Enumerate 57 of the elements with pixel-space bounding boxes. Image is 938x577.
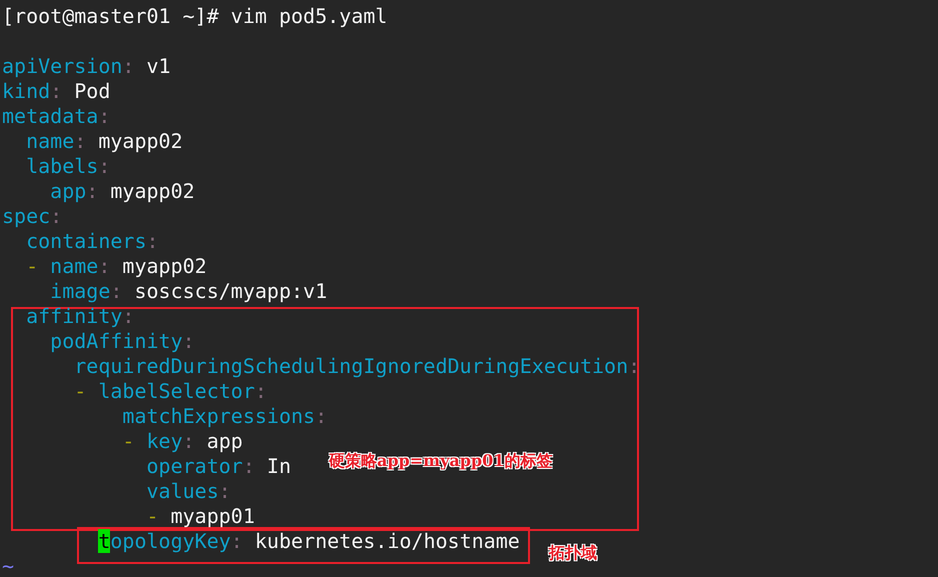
colon-mark: :	[628, 354, 640, 378]
yaml-key: app	[2, 179, 86, 203]
colon-mark: :	[254, 379, 267, 403]
text-cursor: t	[98, 529, 110, 553]
code-text: myapp02	[98, 129, 183, 153]
code-text: myapp01	[170, 504, 255, 528]
colon-mark: :	[218, 479, 231, 503]
yaml-key: apiVersion	[2, 54, 122, 78]
list-dash: -	[73, 379, 86, 403]
code-text: In	[266, 454, 291, 478]
yaml-key: requiredDuringSchedulingIgnoredDuringExecution	[2, 354, 628, 378]
yaml-key: affinity	[2, 304, 122, 328]
yaml-key: key	[146, 429, 183, 453]
colon-mark: :	[230, 529, 243, 553]
yaml-key: operator	[2, 454, 243, 478]
colon-mark: :	[98, 154, 110, 178]
colon-mark: :	[50, 204, 62, 228]
yaml-key: name	[50, 254, 98, 278]
annotation-label: 硬策略app=myapp01的标签	[329, 451, 552, 472]
yaml-key: name	[2, 129, 74, 153]
list-dash: -	[121, 429, 134, 453]
colon-mark: :	[98, 104, 110, 128]
list-dash: -	[25, 254, 38, 278]
yaml-key: labelSelector	[98, 379, 255, 403]
annotation-label: 拓扑域	[549, 543, 597, 564]
colon-mark: :	[50, 79, 62, 103]
code-text: myapp02	[110, 179, 195, 203]
yaml-key: metadata	[2, 104, 98, 128]
yaml-key: containers	[2, 229, 146, 253]
yaml-key: spec	[2, 204, 50, 228]
code-text: v1	[146, 54, 171, 78]
code-text: myapp02	[122, 254, 207, 278]
colon-mark: :	[122, 304, 134, 328]
yaml-key: values	[2, 479, 219, 503]
yaml-key: matchExpressions	[2, 404, 316, 428]
code-text: soscscs/myapp:v1	[134, 279, 328, 303]
colon-mark: :	[110, 279, 122, 303]
yaml-key: labels	[2, 154, 98, 178]
yaml-key: image	[2, 279, 110, 303]
yaml-key: kind	[2, 79, 50, 103]
colon-mark: :	[86, 179, 98, 203]
colon-mark: :	[242, 454, 255, 478]
code-text: app	[206, 429, 243, 453]
colon-mark: :	[98, 254, 110, 278]
colon-mark: :	[182, 329, 195, 353]
empty-line-tilde: ~	[2, 554, 14, 577]
colon-mark: :	[74, 129, 86, 153]
colon-mark: :	[315, 404, 328, 428]
list-dash: -	[145, 504, 159, 528]
yaml-key: opologyKey	[110, 529, 231, 553]
code-text: kubernetes.io/hostname	[254, 529, 520, 553]
yaml-key: podAffinity	[2, 329, 183, 353]
colon-mark: :	[182, 429, 195, 453]
colon-mark: :	[122, 54, 134, 78]
colon-mark: :	[146, 229, 159, 253]
code-text: Pod	[74, 79, 110, 103]
code-text: [root@master01 ~]# vim pod5.yaml	[2, 4, 388, 28]
